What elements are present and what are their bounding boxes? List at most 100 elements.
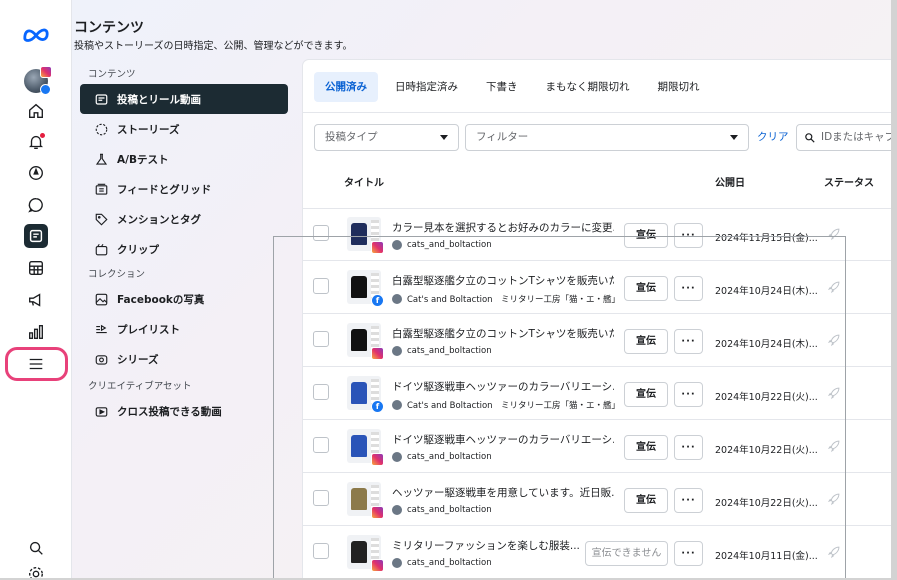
table-row[interactable]: ヘッツァー駆逐戦車を用意しています。近日販... cats_and_boltac…	[303, 473, 891, 526]
content-icon[interactable]	[24, 224, 48, 248]
clear-filters-link[interactable]: クリア	[757, 124, 789, 151]
tab-expired[interactable]: 期限切れ	[647, 72, 711, 102]
table-row[interactable]: f 白露型駆逐艦夕立のコットンTシャツを販売いた... Cat's and Bo…	[303, 261, 891, 314]
more-options-button[interactable]: ···	[674, 435, 703, 460]
more-options-button[interactable]: ···	[674, 541, 703, 566]
column-header-date[interactable]: 公開日	[715, 174, 745, 189]
post-title[interactable]: カラー見本を選択するとお好みのカラーに変更...	[392, 220, 614, 235]
boost-rocket-icon	[827, 493, 840, 506]
instagram-badge-icon	[40, 66, 52, 78]
nav-item-label: Facebookの写真	[117, 293, 205, 306]
account-name: Cat's and Boltaction ミリタリー工房「猫・エ・艦」	[407, 295, 621, 305]
nav-item-label: A/Bテスト	[117, 153, 169, 166]
posts-icon	[95, 93, 108, 105]
tab-published[interactable]: 公開済み	[314, 72, 378, 102]
table-row[interactable]: ミリタリーファッションを楽しむ服装... cats_and_boltaction…	[303, 526, 891, 578]
promote-button[interactable]: 宣伝	[624, 276, 668, 301]
ads-icon[interactable]	[24, 288, 48, 312]
nav-item-label: クロス投稿できる動画	[117, 405, 222, 418]
clip-icon	[95, 243, 108, 255]
notifications-icon[interactable]	[24, 130, 48, 154]
boost-rocket-icon	[827, 281, 840, 294]
nav-item-series[interactable]: シリーズ	[80, 344, 288, 374]
nav-item-mentions-tags[interactable]: メンションとタグ	[80, 204, 288, 234]
promote-button[interactable]: 宣伝	[624, 435, 668, 460]
more-options-button[interactable]: ···	[674, 276, 703, 301]
post-title[interactable]: ドイツ駆逐戦車ヘッツァーのカラーバリエーシ...	[392, 432, 614, 447]
photo-icon	[95, 293, 108, 305]
row-checkbox[interactable]	[313, 225, 329, 241]
post-title[interactable]: 白露型駆逐艦夕立のコットンTシャツを販売いた...	[392, 326, 614, 341]
home-icon[interactable]	[24, 99, 48, 123]
chevron-down-icon	[440, 135, 448, 140]
account-name: Cat's and Boltaction ミリタリー工房「猫・エ・艦」	[407, 401, 621, 411]
account-avatar	[392, 400, 402, 410]
row-checkbox[interactable]	[313, 384, 329, 400]
nav-section-content: コンテンツ	[88, 69, 136, 80]
row-checkbox[interactable]	[313, 331, 329, 347]
tab-scheduled[interactable]: 日時指定済み	[384, 72, 469, 102]
search-input[interactable]: IDまたはキャプ	[796, 124, 891, 151]
table-row[interactable]: 白露型駆逐艦夕立のコットンTシャツを販売いた... cats_and_bolta…	[303, 314, 891, 367]
post-title[interactable]: ミリタリーファッションを楽しむ服装...	[392, 538, 614, 553]
more-options-button[interactable]: ···	[674, 382, 703, 407]
table-row[interactable]: ドイツ駆逐戦車ヘッツァーのカラーバリエーシ... cats_and_boltac…	[303, 420, 891, 473]
facebook-badge-icon: f	[371, 294, 384, 307]
post-title[interactable]: 白露型駆逐艦夕立のコットンTシャツを販売いた...	[392, 273, 614, 288]
table-row[interactable]: カラー見本を選択するとお好みのカラーに変更... cats_and_boltac…	[303, 208, 891, 261]
nav-item-clips[interactable]: クリップ	[80, 234, 288, 264]
boost-rocket-icon	[827, 546, 840, 559]
menu-highlight-annotation	[5, 347, 68, 381]
promote-button[interactable]: 宣伝	[624, 329, 668, 354]
planner-icon[interactable]	[24, 256, 48, 280]
account-avatar	[392, 346, 402, 356]
column-header-status[interactable]: ステータス	[824, 174, 874, 189]
nav-item-ab-test[interactable]: A/Bテスト	[80, 144, 288, 174]
table-row[interactable]: f ドイツ駆逐戦車ヘッツァーのカラーバリエーシ... Cat's and Bol…	[303, 367, 891, 420]
nav-item-feed-grid[interactable]: フィードとグリッド	[80, 174, 288, 204]
row-checkbox[interactable]	[313, 278, 329, 294]
nav-item-cross-post-videos[interactable]: クロス投稿できる動画	[80, 396, 288, 426]
playlist-icon	[96, 324, 107, 333]
nav-item-stories[interactable]: ストーリーズ	[80, 114, 288, 144]
nav-item-posts-reels[interactable]: 投稿とリール動画	[80, 84, 288, 114]
video-icon	[95, 406, 108, 417]
content-table-card: 公開済み 日時指定済み 下書き まもなく期限切れ 期限切れ 投稿タイプ フィルタ…	[303, 60, 891, 578]
account-avatar	[392, 505, 402, 515]
search-icon[interactable]	[24, 536, 48, 560]
nav-item-playlists[interactable]: プレイリスト	[80, 314, 288, 344]
post-account: cats_and_boltaction	[392, 240, 492, 250]
account-avatar	[392, 558, 402, 568]
row-checkbox[interactable]	[313, 543, 329, 559]
more-options-button[interactable]: ···	[674, 223, 703, 248]
row-checkbox[interactable]	[313, 490, 329, 506]
ab-test-icon	[95, 153, 108, 165]
post-title[interactable]: ドイツ駆逐戦車ヘッツァーのカラーバリエーシ...	[392, 379, 614, 394]
tab-drafts[interactable]: 下書き	[475, 72, 529, 102]
page-title: コンテンツ	[74, 20, 144, 36]
settings-icon[interactable]	[24, 562, 48, 578]
row-checkbox[interactable]	[313, 437, 329, 453]
more-options-button[interactable]: ···	[674, 488, 703, 513]
insights-icon[interactable]	[24, 320, 48, 344]
promote-unavailable-button: 宣伝できません	[585, 541, 668, 566]
publish-date: 2024年10月24日(木)...	[715, 286, 818, 297]
avatar[interactable]	[24, 66, 52, 95]
meta-logo[interactable]	[22, 24, 50, 44]
nav-item-facebook-photos[interactable]: Facebookの写真	[80, 284, 288, 314]
nav-section-collection: コレクション	[88, 269, 146, 280]
column-header-title[interactable]: タイトル	[344, 174, 384, 189]
promote-button[interactable]: 宣伝	[624, 382, 668, 407]
compass-icon[interactable]	[24, 161, 48, 185]
left-icon-rail	[0, 0, 72, 578]
messages-icon[interactable]	[24, 193, 48, 217]
post-account: cats_and_boltaction	[392, 452, 492, 462]
filter-dropdown[interactable]: フィルター	[465, 124, 749, 151]
promote-button[interactable]: 宣伝	[624, 488, 668, 513]
nav-item-label: プレイリスト	[117, 323, 180, 336]
post-title[interactable]: ヘッツァー駆逐戦車を用意しています。近日販...	[392, 485, 614, 500]
promote-button[interactable]: 宣伝	[624, 223, 668, 248]
post-type-dropdown[interactable]: 投稿タイプ	[314, 124, 459, 151]
more-options-button[interactable]: ···	[674, 329, 703, 354]
tab-expiring-soon[interactable]: まもなく期限切れ	[535, 72, 641, 102]
